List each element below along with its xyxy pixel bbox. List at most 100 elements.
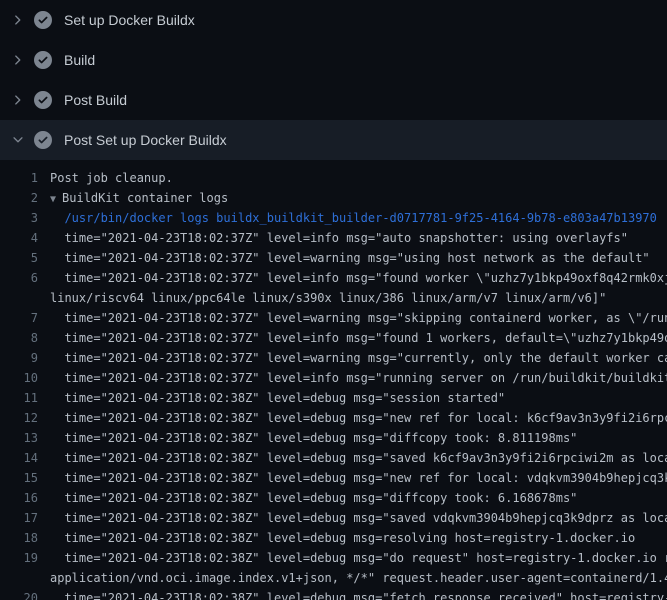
log-command-link[interactable]: /usr/bin/docker logs buildx_buildkit_bui… [50, 211, 657, 225]
log-line-text: /usr/bin/docker logs buildx_buildkit_bui… [38, 208, 667, 228]
log-line: 3 /usr/bin/docker logs buildx_buildkit_b… [0, 208, 667, 228]
log-line: linux/riscv64 linux/ppc64le linux/s390x … [0, 288, 667, 308]
log-line-text: time="2021-04-23T18:02:37Z" level=warnin… [38, 308, 667, 328]
step-header-post-build[interactable]: Post Build [0, 80, 667, 120]
log-line-number[interactable]: 9 [0, 348, 38, 368]
log-line: 16 time="2021-04-23T18:02:38Z" level=deb… [0, 488, 667, 508]
log-line-text: time="2021-04-23T18:02:38Z" level=debug … [38, 588, 667, 600]
step-label: Build [64, 52, 95, 68]
log-line-text: time="2021-04-23T18:02:38Z" level=debug … [38, 548, 667, 568]
log-text: time="2021-04-23T18:02:38Z" level=debug … [50, 411, 667, 425]
log-line: 11 time="2021-04-23T18:02:38Z" level=deb… [0, 388, 667, 408]
log-line-number[interactable]: 4 [0, 228, 38, 248]
log-area: 1 Post job cleanup. 2 ▼ BuildKit container l… [0, 160, 667, 600]
actions-log-viewer: Set up Docker Buildx Build Post Build [0, 0, 667, 600]
log-line: 17 time="2021-04-23T18:02:38Z" level=deb… [0, 508, 667, 528]
log-line-text: time="2021-04-23T18:02:37Z" level=info m… [38, 228, 667, 248]
log-line-number[interactable]: 5 [0, 248, 38, 268]
log-text: application/vnd.oci.image.index.v1+json,… [50, 571, 667, 585]
log-lines: 1 Post job cleanup. 2 ▼ BuildKit container l… [0, 168, 667, 600]
log-text: time="2021-04-23T18:02:38Z" level=debug … [50, 491, 577, 505]
chevron-right-icon[interactable] [10, 92, 26, 108]
log-line-number [0, 568, 38, 588]
check-circle-icon [34, 91, 52, 109]
log-text: time="2021-04-23T18:02:37Z" level=info m… [50, 331, 667, 345]
log-line-number[interactable]: 7 [0, 308, 38, 328]
log-line-text: time="2021-04-23T18:02:38Z" level=debug … [38, 408, 667, 428]
log-text: time="2021-04-23T18:02:38Z" level=debug … [50, 451, 667, 465]
log-line-text: time="2021-04-23T18:02:37Z" level=info m… [38, 328, 667, 348]
chevron-down-icon[interactable] [10, 132, 26, 148]
log-text: time="2021-04-23T18:02:38Z" level=debug … [50, 431, 577, 445]
log-line: 19 time="2021-04-23T18:02:38Z" level=deb… [0, 548, 667, 568]
log-line: 4 time="2021-04-23T18:02:37Z" level=info… [0, 228, 667, 248]
step-list: Set up Docker Buildx Build Post Build [0, 0, 667, 160]
log-text: linux/riscv64 linux/ppc64le linux/s390x … [50, 291, 606, 305]
log-line: 15 time="2021-04-23T18:02:38Z" level=deb… [0, 468, 667, 488]
log-line: 10 time="2021-04-23T18:02:37Z" level=inf… [0, 368, 667, 388]
log-line-text: time="2021-04-23T18:02:37Z" level=info m… [38, 368, 667, 388]
log-text: time="2021-04-23T18:02:38Z" level=debug … [50, 591, 667, 600]
log-line-number[interactable]: 12 [0, 408, 38, 428]
log-line-number[interactable]: 10 [0, 368, 38, 388]
log-line-text: time="2021-04-23T18:02:38Z" level=debug … [38, 448, 667, 468]
log-line-number[interactable]: 8 [0, 328, 38, 348]
chevron-right-icon[interactable] [10, 12, 26, 28]
log-line-number [0, 288, 38, 308]
log-line-number[interactable]: 20 [0, 588, 38, 600]
log-line-number[interactable]: 11 [0, 388, 38, 408]
log-line-text: time="2021-04-23T18:02:38Z" level=debug … [38, 488, 667, 508]
log-line-number[interactable]: 19 [0, 548, 38, 568]
log-line-text: time="2021-04-23T18:02:38Z" level=debug … [38, 528, 667, 548]
log-line-text: time="2021-04-23T18:02:37Z" level=warnin… [38, 248, 667, 268]
log-line: 12 time="2021-04-23T18:02:38Z" level=deb… [0, 408, 667, 428]
log-text: time="2021-04-23T18:02:37Z" level=info m… [50, 271, 667, 285]
step-label: Set up Docker Buildx [64, 12, 195, 28]
step-header-build[interactable]: Build [0, 40, 667, 80]
log-text: time="2021-04-23T18:02:37Z" level=info m… [50, 371, 667, 385]
log-text: time="2021-04-23T18:02:38Z" level=debug … [50, 471, 667, 485]
log-line: 8 time="2021-04-23T18:02:37Z" level=info… [0, 328, 667, 348]
log-line-text: time="2021-04-23T18:02:38Z" level=debug … [38, 468, 667, 488]
log-line-number[interactable]: 3 [0, 208, 38, 228]
log-line: 14 time="2021-04-23T18:02:38Z" level=deb… [0, 448, 667, 468]
check-circle-icon [34, 11, 52, 29]
log-group-toggle-icon[interactable]: ▼ [50, 194, 56, 205]
log-text: Post job cleanup. [50, 171, 173, 185]
log-line-number[interactable]: 2 [0, 188, 38, 208]
log-line-text: Post job cleanup. [38, 168, 667, 188]
log-text: time="2021-04-23T18:02:37Z" level=warnin… [50, 251, 650, 265]
log-text: time="2021-04-23T18:02:38Z" level=debug … [50, 531, 635, 545]
log-line: 13 time="2021-04-23T18:02:38Z" level=deb… [0, 428, 667, 448]
log-line: 6 time="2021-04-23T18:02:37Z" level=info… [0, 268, 667, 288]
log-text: time="2021-04-23T18:02:37Z" level=info m… [50, 231, 628, 245]
log-line-text: application/vnd.oci.image.index.v1+json,… [38, 568, 667, 588]
step-label: Post Set up Docker Buildx [64, 132, 227, 148]
log-line: 18 time="2021-04-23T18:02:38Z" level=deb… [0, 528, 667, 548]
log-line-text: time="2021-04-23T18:02:38Z" level=debug … [38, 428, 667, 448]
check-circle-icon [34, 51, 52, 69]
log-text: time="2021-04-23T18:02:37Z" level=warnin… [50, 311, 667, 325]
log-line-text: time="2021-04-23T18:02:38Z" level=debug … [38, 388, 667, 408]
log-line-text: time="2021-04-23T18:02:37Z" level=warnin… [38, 348, 667, 368]
step-header-post-setup-docker-buildx[interactable]: Post Set up Docker Buildx [0, 120, 667, 160]
log-line: 2 ▼ BuildKit container logs [0, 188, 667, 208]
log-text: time="2021-04-23T18:02:38Z" level=debug … [50, 511, 667, 525]
log-line: 9 time="2021-04-23T18:02:37Z" level=warn… [0, 348, 667, 368]
log-line-number[interactable]: 17 [0, 508, 38, 528]
log-line-number[interactable]: 15 [0, 468, 38, 488]
step-header-setup-docker-buildx[interactable]: Set up Docker Buildx [0, 0, 667, 40]
log-line-number[interactable]: 14 [0, 448, 38, 468]
chevron-right-icon[interactable] [10, 52, 26, 68]
log-line-text: linux/riscv64 linux/ppc64le linux/s390x … [38, 288, 667, 308]
log-text: time="2021-04-23T18:02:38Z" level=debug … [50, 391, 505, 405]
log-line-text: time="2021-04-23T18:02:38Z" level=debug … [38, 508, 667, 528]
log-line-number[interactable]: 18 [0, 528, 38, 548]
log-line-number[interactable]: 6 [0, 268, 38, 288]
log-line: application/vnd.oci.image.index.v1+json,… [0, 568, 667, 588]
log-line: 1 Post job cleanup. [0, 168, 667, 188]
log-text: BuildKit container logs [62, 191, 228, 205]
log-line-number[interactable]: 16 [0, 488, 38, 508]
log-line-number[interactable]: 13 [0, 428, 38, 448]
log-line-number[interactable]: 1 [0, 168, 38, 188]
